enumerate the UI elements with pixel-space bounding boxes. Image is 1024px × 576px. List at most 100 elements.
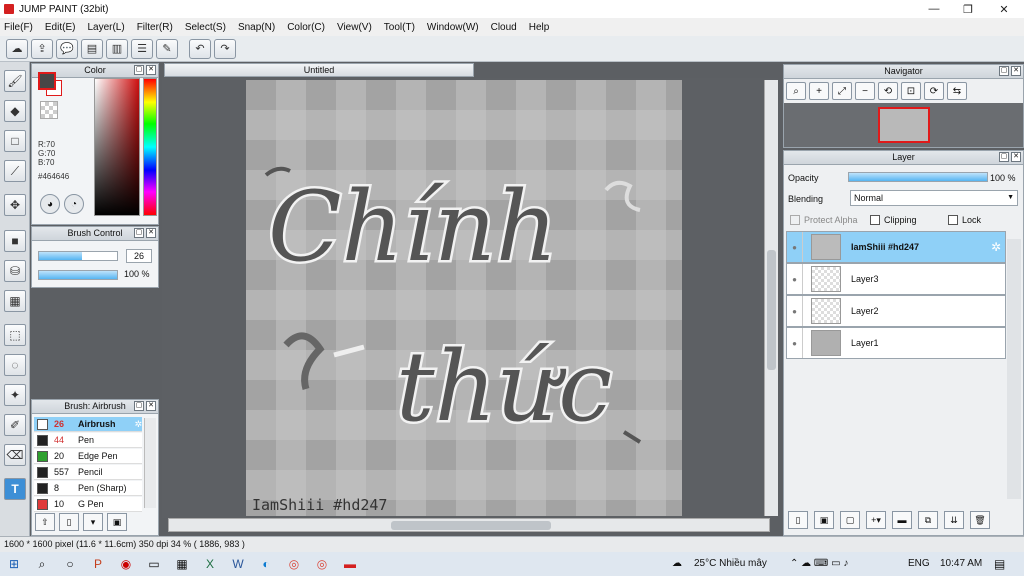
gradient-tool-icon[interactable]: ▦	[4, 290, 26, 312]
cloud-icon[interactable]: ☁	[6, 38, 28, 59]
transparent-color-swatch[interactable]	[40, 101, 58, 119]
menu-tool[interactable]: Tool(T)	[384, 22, 415, 33]
foreground-color-swatch[interactable]	[38, 72, 56, 90]
float-icon[interactable]: ▢	[134, 228, 144, 238]
rotate-right-icon[interactable]: ⟳	[924, 82, 944, 100]
palette-icon[interactable]: ◕	[40, 194, 60, 214]
tray-icons[interactable]: ⌃ ☁ ⌨ ▭ ♪	[790, 552, 848, 576]
layer-row[interactable]: ● Layer1	[786, 327, 1006, 359]
menu-layer[interactable]: Layer(L)	[87, 22, 124, 33]
folder-icon[interactable]: ▬	[892, 511, 912, 529]
layer-list-scrollbar[interactable]	[1007, 239, 1021, 499]
close-icon[interactable]: ✕	[1011, 66, 1021, 76]
menu-select[interactable]: Select(S)	[185, 22, 226, 33]
menu-view[interactable]: View(V)	[337, 22, 372, 33]
visibility-icon[interactable]: ●	[787, 296, 803, 326]
new-raster-layer-icon[interactable]: ▣	[814, 511, 834, 529]
canvas-vertical-scrollbar[interactable]	[764, 80, 778, 516]
jump-paint-taskbar-icon[interactable]: ▬	[336, 553, 364, 575]
brush-list-scrollbar[interactable]	[144, 418, 156, 508]
edit-list-icon[interactable]: ✎	[156, 38, 178, 59]
maximize-button[interactable]: ❐	[950, 0, 986, 18]
menu-snap[interactable]: Snap(N)	[238, 22, 275, 33]
brush-item[interactable]: 44 Pen	[34, 433, 142, 448]
blending-select[interactable]: Normal ▼	[850, 190, 1018, 206]
brush-upload-icon[interactable]: ⇧	[35, 513, 55, 531]
visibility-icon[interactable]: ●	[787, 264, 803, 294]
brush-settings-icon[interactable]: ▣	[107, 513, 127, 531]
visibility-icon[interactable]: ●	[787, 232, 803, 262]
monitor-icon[interactable]: ▭	[140, 553, 168, 575]
duplicate-layer-icon[interactable]: ⧉	[918, 511, 938, 529]
weather-text[interactable]: 25°C Nhiều mây	[694, 552, 767, 576]
clipping-checkbox[interactable]: Clipping	[870, 215, 917, 225]
visibility-icon[interactable]: ●	[787, 328, 803, 358]
gear-icon[interactable]: ✲	[991, 240, 1001, 254]
canvas-horizontal-scrollbar[interactable]	[168, 518, 770, 532]
brush-item[interactable]: 10 G Pen	[34, 497, 142, 512]
chrome-icon[interactable]: ◎	[308, 553, 336, 575]
excel-icon[interactable]: X	[196, 553, 224, 575]
brush-item[interactable]: 26 Airbrush ✲	[34, 417, 142, 432]
message-icon[interactable]: ▤	[81, 38, 103, 59]
notification-icon[interactable]: ▤	[994, 552, 1005, 576]
lock-checkbox[interactable]: Lock	[948, 215, 981, 225]
new-brush-icon[interactable]: ▯	[59, 513, 79, 531]
select-rect-tool-icon[interactable]: ⬚	[4, 324, 26, 346]
menu-window[interactable]: Window(W)	[427, 22, 479, 33]
language-indicator[interactable]: ENG	[908, 552, 930, 576]
flip-icon[interactable]: ⇆	[947, 82, 967, 100]
close-button[interactable]: ✕	[986, 0, 1022, 18]
photos-icon[interactable]: ▦	[168, 553, 196, 575]
trash-icon[interactable]: 🗑	[970, 511, 990, 529]
task-view-icon[interactable]: ○	[56, 553, 84, 575]
brush-item[interactable]: 8 Pen (Sharp)	[34, 481, 142, 496]
share-icon[interactable]: ⇪	[31, 38, 53, 59]
lasso-tool-icon[interactable]: ◌	[4, 354, 26, 376]
hue-slider[interactable]	[143, 78, 157, 216]
brush-size-input[interactable]: 26	[126, 249, 152, 263]
app-icon[interactable]: ◉	[112, 553, 140, 575]
document-tab[interactable]: Untitled	[164, 63, 474, 77]
eraser-tool-icon[interactable]: ◆	[4, 100, 26, 122]
search-icon[interactable]: ⌕	[28, 553, 56, 575]
float-icon[interactable]: ▢	[999, 152, 1009, 162]
close-icon[interactable]: ✕	[146, 401, 156, 411]
minimize-button[interactable]: —	[916, 0, 952, 18]
new-1bit-layer-icon[interactable]: ▢	[840, 511, 860, 529]
brush-item[interactable]: 20 Edge Pen	[34, 449, 142, 464]
undo-icon[interactable]: ↶	[189, 38, 211, 59]
brush-opacity-slider[interactable]	[38, 270, 118, 280]
menu-filter[interactable]: Filter(R)	[137, 22, 173, 33]
reset-view-icon[interactable]: ⊡	[901, 82, 921, 100]
line-tool-icon[interactable]: ⟋	[4, 160, 26, 182]
clock[interactable]: 10:47 AM	[940, 552, 982, 576]
merge-layer-icon[interactable]: ⇊	[944, 511, 964, 529]
zoom-magnifier-icon[interactable]: ⌕	[786, 82, 806, 100]
select-pen-tool-icon[interactable]: ✐	[4, 414, 26, 436]
zoom-in-icon[interactable]: +	[809, 82, 829, 100]
powerpoint-icon[interactable]: P	[84, 553, 112, 575]
float-icon[interactable]: ▢	[134, 65, 144, 75]
layer-opacity-slider[interactable]	[848, 172, 988, 182]
page-icon[interactable]: ▥	[106, 38, 128, 59]
bucket-tool-icon[interactable]: ⛁	[4, 260, 26, 282]
select-eraser-tool-icon[interactable]: ⌫	[4, 444, 26, 466]
menu-color[interactable]: Color(C)	[287, 22, 325, 33]
list-icon[interactable]: ☰	[131, 38, 153, 59]
close-icon[interactable]: ✕	[146, 65, 156, 75]
add-layer-menu-icon[interactable]: +▾	[866, 511, 886, 529]
rectangle-tool-icon[interactable]: □	[4, 130, 26, 152]
word-icon[interactable]: W	[224, 553, 252, 575]
brush-size-slider[interactable]	[38, 251, 118, 261]
layer-row[interactable]: ● Layer3	[786, 263, 1006, 295]
windows-start-icon[interactable]: ⊞	[0, 553, 28, 575]
comment-icon[interactable]: 💬	[56, 38, 78, 59]
zoom-out-icon[interactable]: −	[855, 82, 875, 100]
menu-edit[interactable]: Edit(E)	[45, 22, 76, 33]
edge-icon[interactable]: ◐	[252, 553, 280, 575]
protect-alpha-checkbox[interactable]: Protect Alpha	[790, 215, 858, 225]
float-icon[interactable]: ▢	[999, 66, 1009, 76]
navigator-thumbnail[interactable]	[878, 107, 930, 143]
menu-cloud[interactable]: Cloud	[491, 22, 517, 33]
